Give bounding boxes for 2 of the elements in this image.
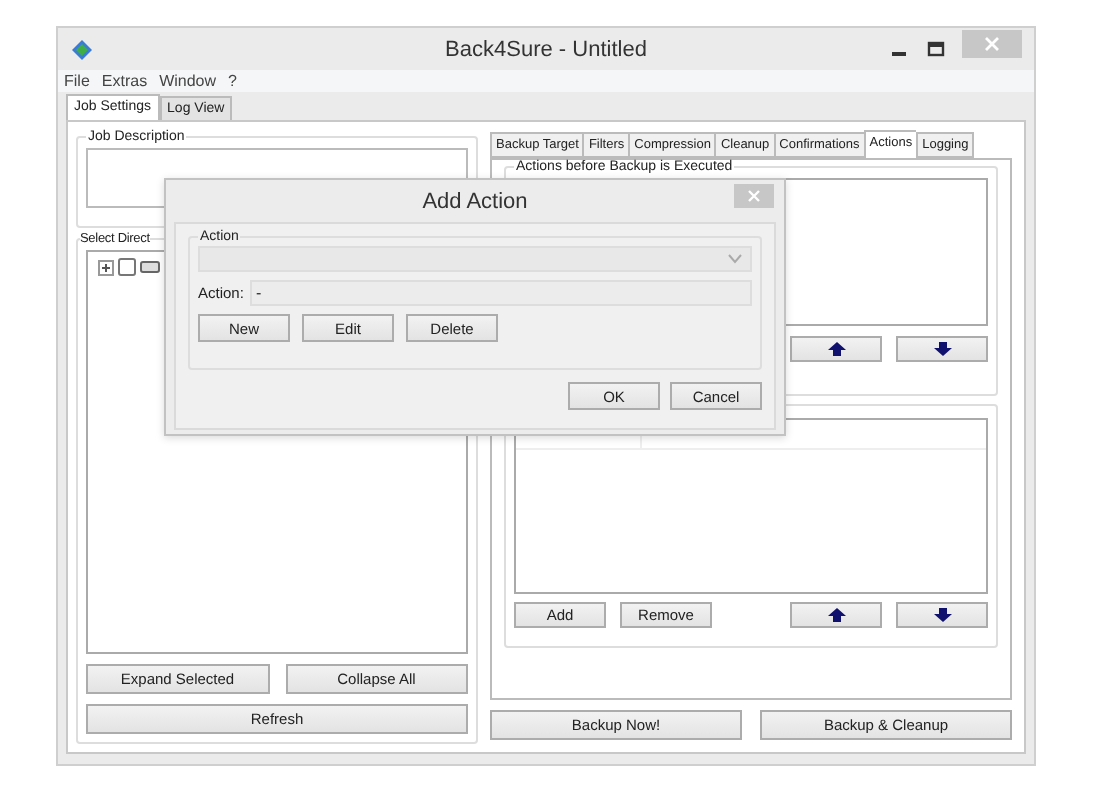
window-title: Back4Sure - Untitled	[445, 37, 647, 61]
dialog-title: Add Action	[422, 189, 528, 213]
